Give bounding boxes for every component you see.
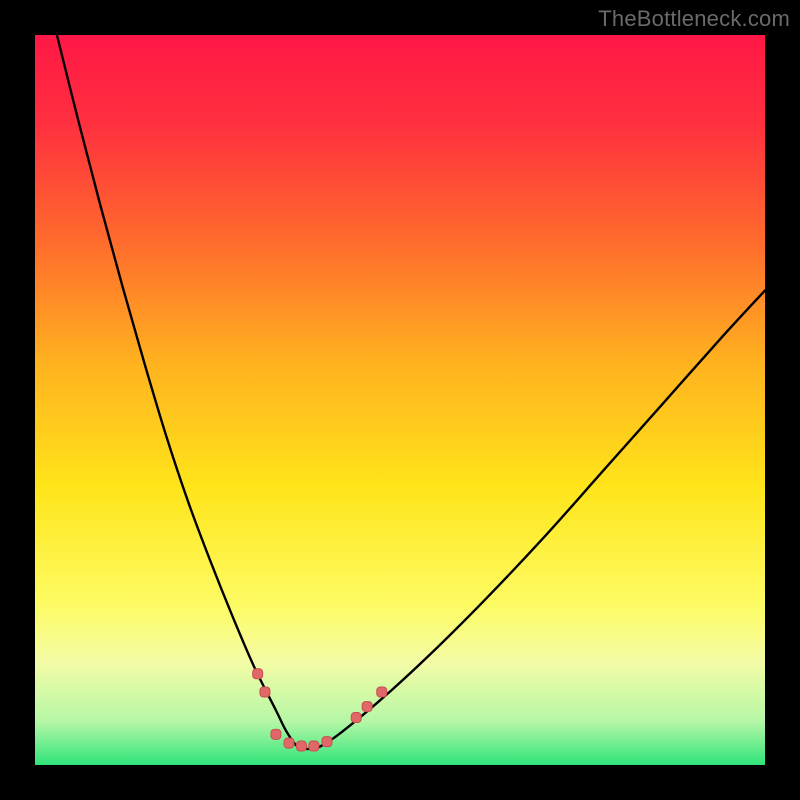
curve-marker: [377, 687, 387, 697]
curve-marker: [351, 713, 361, 723]
curve-marker: [322, 737, 332, 747]
watermark-text: TheBottleneck.com: [598, 6, 790, 32]
curve-marker: [271, 729, 281, 739]
outer-frame: TheBottleneck.com: [0, 0, 800, 800]
curve-marker: [284, 738, 294, 748]
curve-marker: [296, 741, 306, 751]
chart-overlay: [35, 35, 765, 765]
curve-marker: [253, 669, 263, 679]
bottleneck-curve: [57, 35, 765, 749]
curve-marker: [309, 741, 319, 751]
plot-area: [35, 35, 765, 765]
curve-marker: [260, 687, 270, 697]
curve-marker: [362, 702, 372, 712]
curve-markers: [253, 669, 387, 751]
